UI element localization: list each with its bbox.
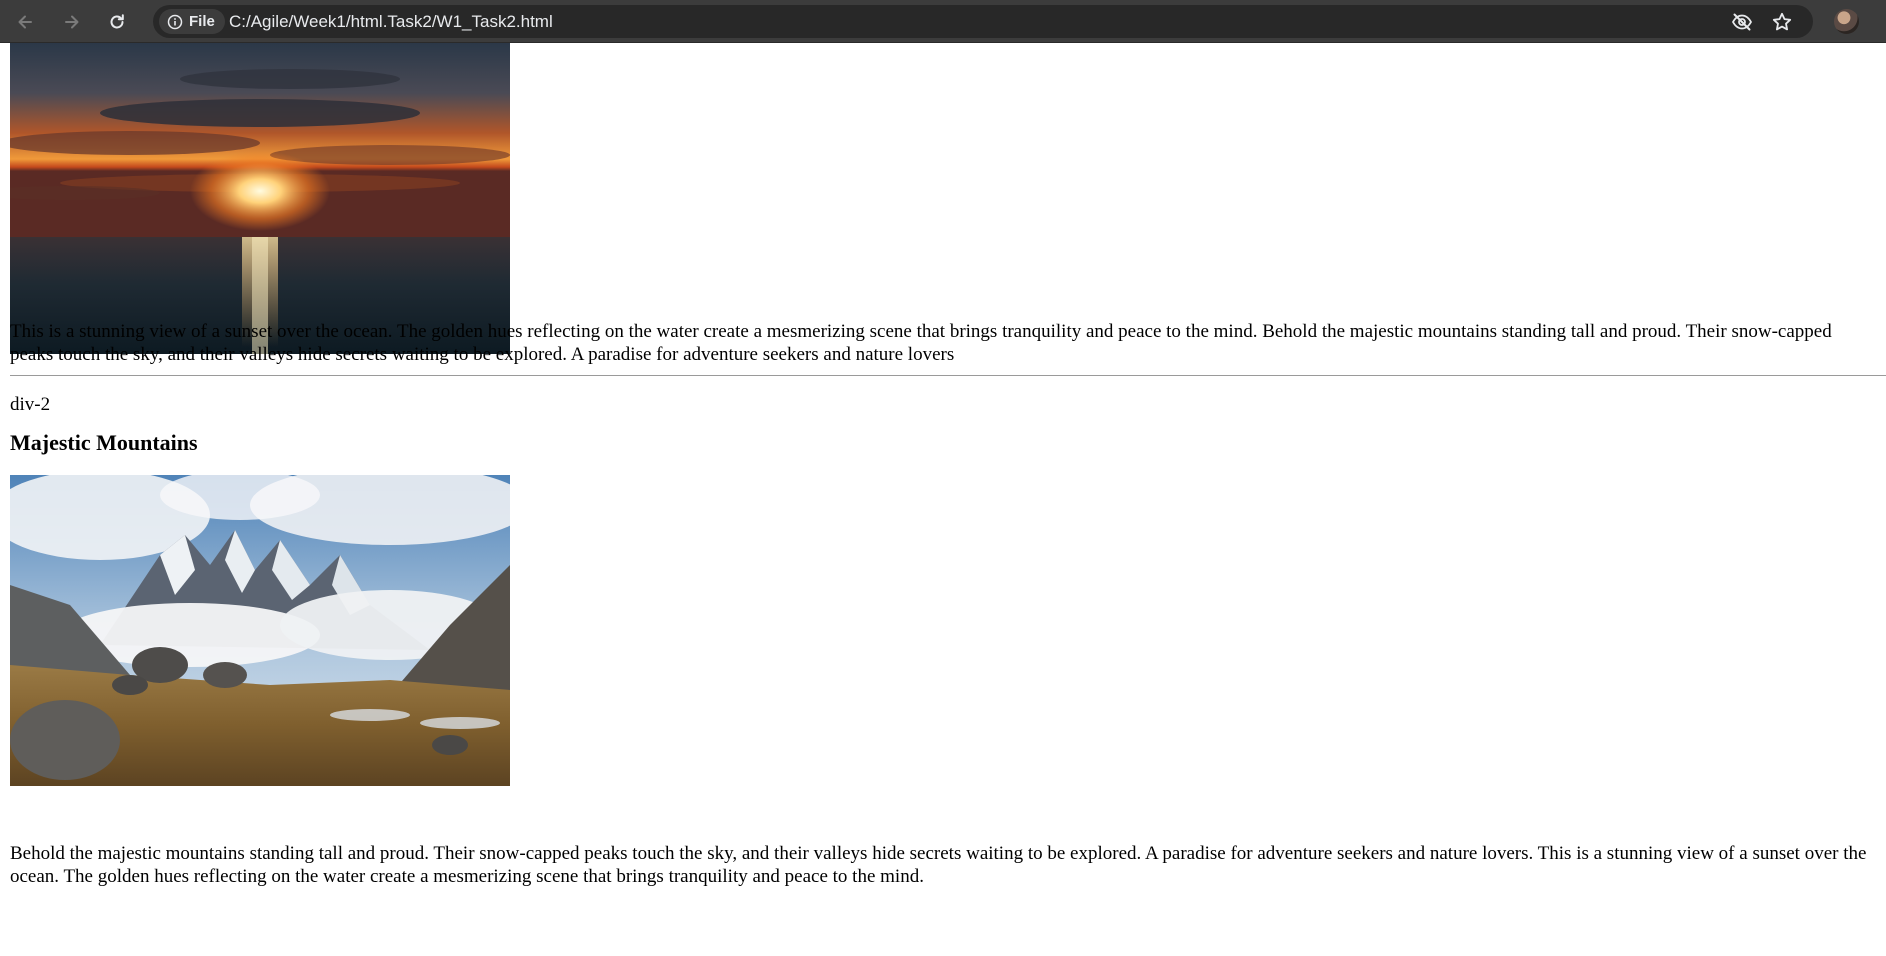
address-bar[interactable]: File C:/Agile/Week1/html.Task2/W1_Task2.… [153, 5, 1813, 38]
bookmark-button[interactable] [1771, 11, 1793, 33]
mountain-photo [10, 475, 510, 786]
eye-slash-icon [1731, 13, 1753, 31]
reload-icon [110, 14, 124, 29]
back-button[interactable] [11, 8, 39, 36]
star-icon [1772, 12, 1792, 31]
mountain-image [10, 475, 510, 786]
mountain-paragraph: Behold the majestic mountains standing t… [10, 843, 1867, 887]
site-info-chip[interactable]: File [159, 9, 225, 34]
forward-button[interactable] [58, 8, 86, 36]
site-chip-label: File [189, 13, 215, 30]
browser-toolbar: File C:/Agile/Week1/html.Task2/W1_Task2.… [0, 0, 1886, 43]
sunset-paragraph: This is a stunning view of a sunset over… [10, 321, 1832, 365]
profile-avatar[interactable] [1834, 9, 1859, 34]
div-label: div-2 [10, 394, 51, 415]
url-text[interactable]: C:/Agile/Week1/html.Task2/W1_Task2.html [229, 12, 553, 32]
section-heading: Majestic Mountains [10, 430, 198, 455]
sunset-image [10, 43, 510, 354]
section-divider [10, 375, 1886, 376]
back-arrow-icon [18, 15, 32, 29]
eye-slash-button[interactable] [1731, 11, 1753, 33]
info-icon [167, 14, 183, 29]
reload-button[interactable] [103, 8, 131, 36]
sunset-photo [10, 43, 510, 354]
forward-arrow-icon [65, 15, 79, 29]
